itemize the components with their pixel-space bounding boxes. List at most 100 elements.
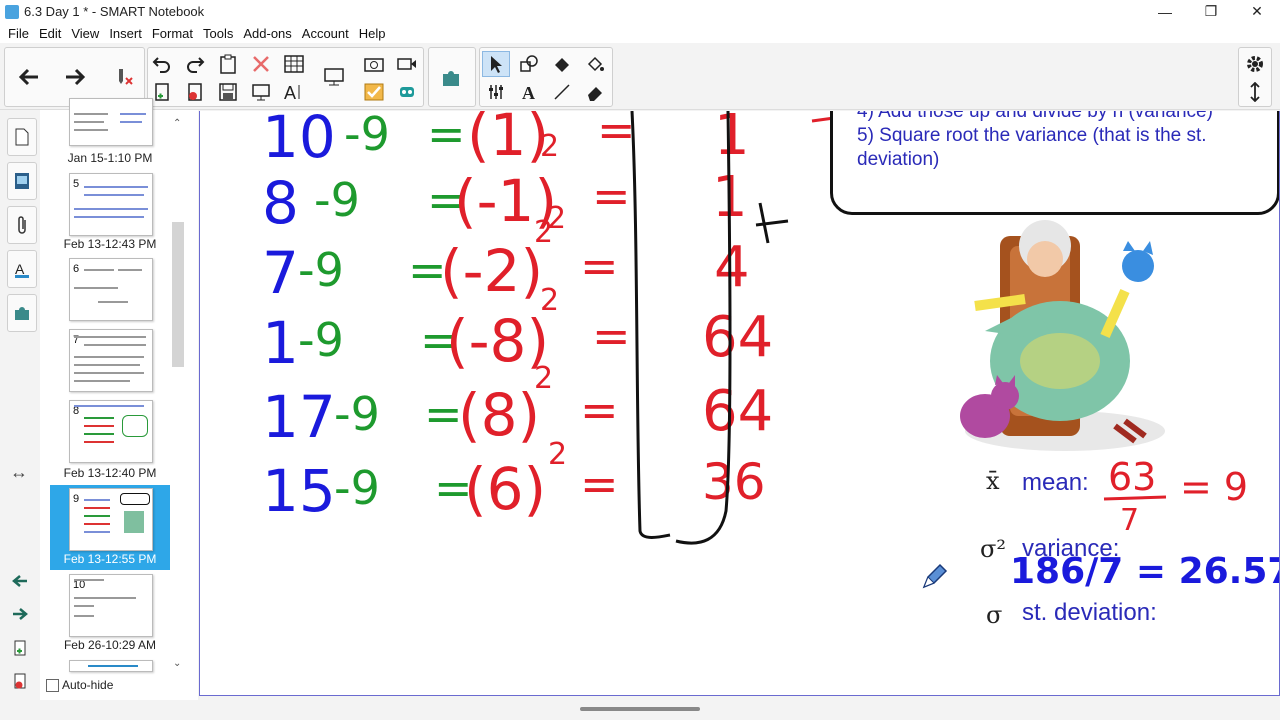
settings-button[interactable] <box>1241 51 1269 77</box>
sorter-delete-page-icon[interactable] <box>13 673 27 694</box>
text-icon: A <box>522 83 535 101</box>
autohide-checkbox[interactable]: Auto-hide <box>46 678 113 692</box>
properties-button[interactable] <box>482 79 510 105</box>
close-icon[interactable]: ✕ <box>1234 0 1280 23</box>
page-thumbnail-10[interactable]: 10 <box>69 574 153 637</box>
lab-activity-button[interactable] <box>393 79 421 105</box>
resize-handle[interactable] <box>580 707 700 711</box>
page-label: Feb 13-12:43 PM <box>63 237 157 251</box>
addons-button[interactable] <box>432 48 472 106</box>
magic-pen-button[interactable] <box>581 51 609 77</box>
gear-icon <box>1247 56 1263 72</box>
gallery-tab[interactable] <box>7 162 37 200</box>
mean-symbol: x̄ <box>986 467 1000 495</box>
menu-addons[interactable]: Add-ons <box>238 26 296 41</box>
bottom-bar <box>0 700 1280 720</box>
attachments-tab[interactable] <box>7 206 37 244</box>
insert-table-button[interactable] <box>280 51 308 77</box>
svg-text:A: A <box>284 83 296 102</box>
shapes-tool-button[interactable] <box>515 51 543 77</box>
capture-button[interactable] <box>360 51 388 77</box>
paint-bucket-icon <box>587 56 604 72</box>
video-icon <box>397 58 416 70</box>
screen-shade-button[interactable] <box>247 79 275 105</box>
page-icon <box>15 128 29 146</box>
move-toolbar-button[interactable] <box>1241 79 1269 105</box>
gallery-icon <box>15 173 29 189</box>
handwritten-plus-icon <box>755 202 789 244</box>
page-thumbnail-11[interactable] <box>69 660 153 672</box>
checkbox-box[interactable] <box>46 678 59 692</box>
stdev-label: st. deviation: <box>1022 599 1157 626</box>
side-tabs: A ↔ <box>0 110 40 700</box>
minimize-icon[interactable]: — <box>1142 0 1188 23</box>
steps-note-box[interactable]: 4) Add those up and divide by n (varianc… <box>830 111 1279 215</box>
menu-file[interactable]: File <box>3 26 34 41</box>
clipboard-icon <box>220 54 236 74</box>
record-button[interactable] <box>393 51 421 77</box>
redo-button[interactable] <box>181 51 209 77</box>
text-tool-menu-button[interactable]: A <box>280 79 308 105</box>
text-a-icon: A <box>284 83 300 102</box>
scroll-down-icon[interactable]: ⌄ <box>173 658 181 669</box>
mean-numerator: 63 <box>1108 455 1157 499</box>
page-thumbnail-5[interactable]: 5 <box>69 173 153 236</box>
pen-clear-icon <box>119 69 133 85</box>
addons-tab[interactable] <box>7 294 37 332</box>
paste-button[interactable] <box>214 51 242 77</box>
stdev-symbol: σ <box>986 601 1003 629</box>
maximize-icon[interactable]: ❐ <box>1188 0 1234 23</box>
eraser-tool-button[interactable] <box>581 79 609 105</box>
variance-calculation: 186/7 = 26.57 <box>1010 551 1280 592</box>
text-tool-button[interactable]: A <box>515 79 543 105</box>
toolbar: A A <box>0 43 1280 110</box>
sorter-next-page-icon[interactable] <box>12 607 28 626</box>
menu-edit[interactable]: Edit <box>34 26 66 41</box>
variance-symbol: σ² <box>980 535 1007 563</box>
toolbar-group-settings <box>1238 47 1272 107</box>
menu-help[interactable]: Help <box>354 26 391 41</box>
menu-account[interactable]: Account <box>297 26 354 41</box>
scroll-up-icon[interactable]: ⌃ <box>173 118 181 129</box>
resize-panel-icon[interactable]: ↔ <box>10 462 28 483</box>
step-5-text: 5) Square root the variance (that is the… <box>857 125 1207 146</box>
page-thumbnail-9[interactable]: 9 <box>69 488 153 551</box>
page-label: Feb 26-10:29 AM <box>63 638 157 652</box>
grandma-clipart <box>960 220 1165 451</box>
menu-format[interactable]: Format <box>147 26 198 41</box>
table-icon <box>284 55 304 73</box>
menu-bar: File Edit View Insert Format Tools Add-o… <box>0 23 1280 43</box>
page-thumbnail-4[interactable] <box>69 98 153 146</box>
mean-result: = 9 <box>1180 465 1249 509</box>
sorter-prev-page-icon[interactable] <box>12 574 28 593</box>
puzzle-icon <box>443 71 459 86</box>
menu-insert[interactable]: Insert <box>104 26 147 41</box>
delete-button[interactable] <box>247 51 275 77</box>
monster-icon <box>400 87 414 97</box>
delete-page-button[interactable] <box>181 79 209 105</box>
response-button[interactable] <box>360 79 388 105</box>
display-mode-button[interactable] <box>316 48 352 106</box>
line-icon <box>554 84 570 100</box>
page-thumbnail-8[interactable]: 8 <box>69 400 153 463</box>
sorter-scrollbar[interactable] <box>172 222 184 367</box>
app-logo-icon <box>5 4 19 19</box>
line-tool-button[interactable] <box>548 79 576 105</box>
svg-text:A: A <box>15 261 25 277</box>
save-button[interactable] <box>214 79 242 105</box>
notebook-canvas[interactable]: 10 -9 = (1) 2 = 1 8 -9 = (-1) 2 = 1 7 -9… <box>199 111 1280 696</box>
sorter-add-page-icon[interactable] <box>13 640 27 661</box>
properties-tab[interactable]: A <box>7 250 37 288</box>
page-sorter-tab[interactable] <box>7 118 37 156</box>
fill-tool-button[interactable] <box>548 51 576 77</box>
monitor-icon <box>324 68 344 86</box>
select-tool-button[interactable] <box>482 51 510 77</box>
results-bracket-right <box>675 111 732 545</box>
undo-button[interactable] <box>148 51 176 77</box>
previous-page-button[interactable] <box>9 48 49 106</box>
page-thumbnail-6[interactable]: 6 <box>69 258 153 321</box>
menu-tools[interactable]: Tools <box>198 26 238 41</box>
page-thumbnail-7[interactable]: 7 <box>69 329 153 392</box>
step-5-continued-text: deviation) <box>857 149 940 170</box>
menu-view[interactable]: View <box>66 26 104 41</box>
